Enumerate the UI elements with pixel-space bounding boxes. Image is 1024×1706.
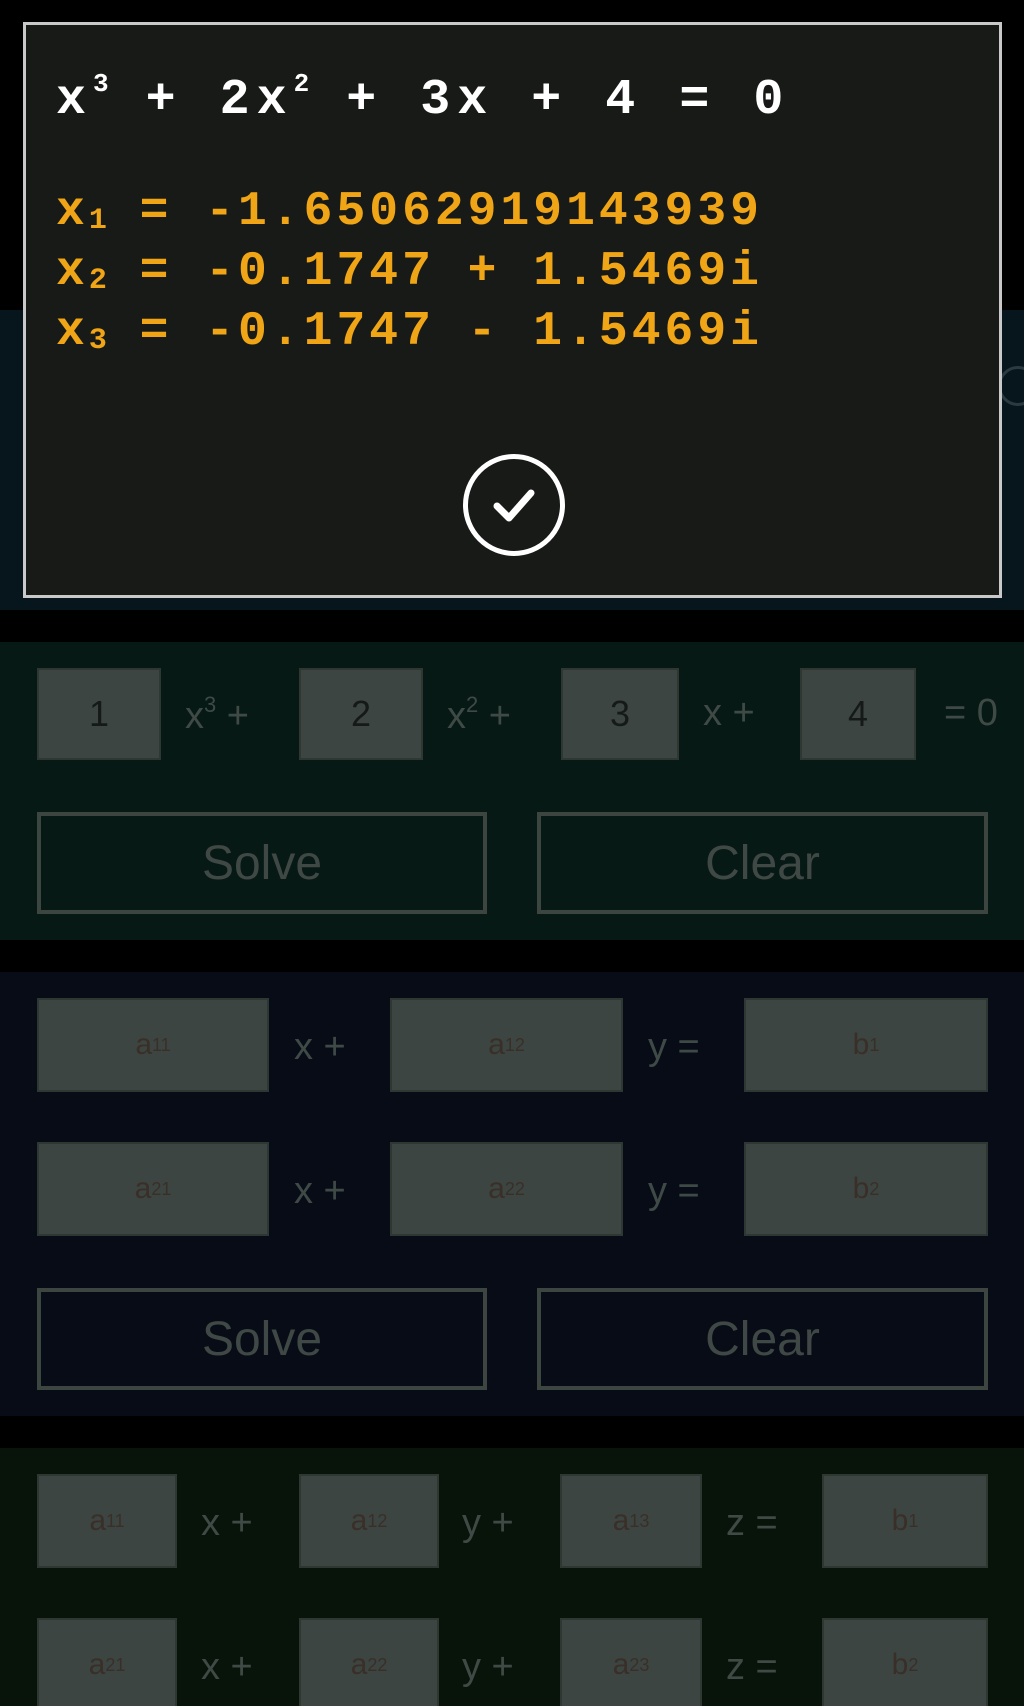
y-equals-label: y = [648,1170,700,1212]
z-equals-label: z = [726,1646,778,1688]
a11-input[interactable]: a 11 [37,1474,177,1568]
y-plus-label: y + [462,1502,514,1544]
checkmark-circle-icon [493,489,535,522]
clear-button[interactable]: Clear [537,812,988,914]
root-3: x3 = -0.1747 - 1.5469i [56,305,763,359]
y-plus-label: y + [462,1646,514,1688]
b2-input[interactable]: b2 [744,1142,988,1236]
a23-input[interactable]: a 23 [560,1618,702,1706]
x2-term-label: x2 + [447,692,511,737]
x1-term-label: x + [703,692,755,734]
equation-title: x3 + 2x2 + 3x + 4 = 0 [56,69,791,129]
solve-button[interactable]: Solve [37,812,487,914]
solve-button[interactable]: Solve [37,1288,487,1390]
coefficient-d-input[interactable]: 4 [800,668,916,760]
a22-input[interactable]: a 22 [390,1142,623,1236]
a12-input[interactable]: a 12 [299,1474,439,1568]
ok-button[interactable] [463,454,565,556]
b1-input[interactable]: b1 [822,1474,988,1568]
a11-input[interactable]: a 11 [37,998,269,1092]
x-plus-label: x + [201,1646,253,1688]
coefficient-c-input[interactable]: 3 [561,668,679,760]
linear-system-3x3-panel: a 11 x + a 12 y + a 13 z = b1 a 21 x + a 22 y… [0,1448,1024,1706]
result-dialog: x3 + 2x2 + 3x + 4 = 0 x1 = -1.6506291914… [23,22,1002,598]
root-2: x2 = -0.1747 + 1.5469i [56,245,763,299]
x-plus-label: x + [201,1502,253,1544]
x-plus-label: x + [294,1026,346,1068]
clear-button[interactable]: Clear [537,1288,988,1390]
b1-input[interactable]: b1 [744,998,988,1092]
y-equals-label: y = [648,1026,700,1068]
coefficient-b-input[interactable]: 2 [299,668,423,760]
a21-input[interactable]: a 21 [37,1142,269,1236]
a21-input[interactable]: a 21 [37,1618,177,1706]
linear-system-2x2-panel: a 11 x + a 12 y = b1 a 21 x + a 22 y = b2 So… [0,972,1024,1416]
a22-input[interactable]: a 22 [299,1618,439,1706]
a13-input[interactable]: a 13 [560,1474,702,1568]
cubic-equation-panel: 1 x3 + 2 x2 + 3 x + 4 = 0 Solve Clear [0,642,1024,940]
b2-input[interactable]: b2 [822,1618,988,1706]
equals-zero-label: = 0 [944,692,998,734]
x3-term-label: x3 + [185,692,249,737]
z-equals-label: z = [726,1502,778,1544]
a12-input[interactable]: a 12 [390,998,623,1092]
x-plus-label: x + [294,1170,346,1212]
root-1: x1 = -1.65062919143939 [56,185,763,239]
coefficient-a-input[interactable]: 1 [37,668,161,760]
